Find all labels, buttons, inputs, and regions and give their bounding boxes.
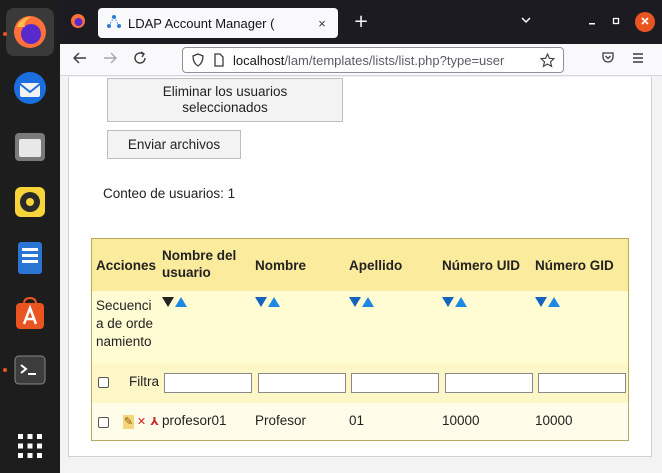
reload-icon[interactable] xyxy=(130,50,150,70)
column-header-uid-number[interactable]: Número UID xyxy=(442,257,520,274)
cell-username: profesor01 xyxy=(162,413,227,428)
edit-icon[interactable]: ✎ xyxy=(123,415,134,429)
user-list-table: Acciones Nombre del usuario Nombre Apell… xyxy=(91,238,629,441)
delete-selected-users-button[interactable]: Eliminar los usuarios seleccionados xyxy=(107,78,343,122)
terminal-icon[interactable] xyxy=(6,346,54,394)
cell-uid-number: 10000 xyxy=(442,413,480,428)
tab-close-icon[interactable]: × xyxy=(314,16,330,31)
row-select-checkbox[interactable] xyxy=(98,417,109,428)
cell-given-name: Profesor xyxy=(255,413,307,428)
writer-icon[interactable] xyxy=(6,234,54,282)
sort-given-name-icons xyxy=(255,297,280,307)
tracking-shield-icon[interactable] xyxy=(191,53,205,67)
new-tab-button[interactable]: + xyxy=(350,12,372,34)
page-viewport: Eliminar los usuarios seleccionados Envi… xyxy=(60,77,662,473)
content-panel: Eliminar los usuarios seleccionados Envi… xyxy=(68,77,652,457)
sort-ascending-icon[interactable] xyxy=(455,297,467,307)
sort-ascending-icon[interactable] xyxy=(548,297,560,307)
filter-uid-number-input[interactable] xyxy=(445,373,533,393)
sort-descending-icon[interactable] xyxy=(349,297,361,307)
filter-username-input[interactable] xyxy=(164,373,252,393)
firefox-view-icon[interactable] xyxy=(70,13,86,33)
rhythmbox-icon[interactable] xyxy=(6,178,54,226)
filter-surname-input[interactable] xyxy=(351,373,439,393)
sort-order-label: Secuencia de ordenamiento xyxy=(96,298,154,349)
lam-logo-icon xyxy=(106,14,122,33)
tab-list-chevron-icon[interactable] xyxy=(516,12,536,32)
bookmark-star-icon[interactable] xyxy=(540,53,555,68)
tab-bar: LDAP Account Manager ( × + xyxy=(60,0,662,44)
column-header-surname[interactable]: Apellido xyxy=(349,257,402,274)
tab-title: LDAP Account Manager ( xyxy=(128,15,275,31)
pocket-icon[interactable] xyxy=(598,50,618,70)
app-grid-icon[interactable] xyxy=(6,422,54,470)
sort-uid-number-icons xyxy=(442,297,467,307)
column-header-given-name[interactable]: Nombre xyxy=(255,257,306,274)
url-bar[interactable]: localhost/lam/templates/lists/list.php?t… xyxy=(182,47,564,73)
user-count-label: Conteo de usuarios: 1 xyxy=(103,186,236,201)
forward-arrow-icon[interactable] xyxy=(100,50,120,70)
delete-icon[interactable]: ✕ xyxy=(136,415,147,429)
running-indicator xyxy=(3,32,7,36)
column-header-username[interactable]: Nombre del usuario xyxy=(162,247,246,281)
ubuntu-dock xyxy=(0,0,60,473)
thunderbird-icon[interactable] xyxy=(6,64,54,112)
filter-given-name-input[interactable] xyxy=(258,373,346,393)
column-header-actions: Acciones xyxy=(96,258,157,273)
sort-descending-icon[interactable] xyxy=(162,297,174,307)
sort-order-row: Secuencia de ordenamiento xyxy=(92,291,628,363)
cell-surname: 01 xyxy=(349,413,365,428)
sort-ascending-icon[interactable] xyxy=(268,297,280,307)
filter-gid-number-input[interactable] xyxy=(538,373,626,393)
upload-files-button[interactable]: Enviar archivos xyxy=(107,130,241,159)
sort-descending-icon[interactable] xyxy=(535,297,547,307)
screen: LDAP Account Manager ( × + localhost /la… xyxy=(0,0,662,473)
select-all-checkbox[interactable] xyxy=(98,377,109,388)
column-header-gid-number[interactable]: Número GID xyxy=(535,257,614,274)
firefox-icon[interactable] xyxy=(6,8,54,56)
running-indicator xyxy=(3,368,7,372)
navigation-toolbar: localhost/lam/templates/lists/list.php?t… xyxy=(60,44,662,76)
sort-ascending-icon[interactable] xyxy=(362,297,374,307)
pdf-icon[interactable]: ⅄ xyxy=(149,415,160,429)
minimize-icon[interactable] xyxy=(582,12,602,32)
sort-ascending-icon[interactable] xyxy=(175,297,187,307)
sort-gid-number-icons xyxy=(535,297,560,307)
filter-label: Filtra xyxy=(129,374,159,389)
filter-row: Filtra xyxy=(92,363,628,403)
url-path: /lam/templates/lists/list.php?type=user xyxy=(284,52,505,68)
browser-window: LDAP Account Manager ( × + localhost /la… xyxy=(60,0,662,473)
window-close-icon[interactable] xyxy=(635,12,655,32)
tab-ldap-account-manager[interactable]: LDAP Account Manager ( × xyxy=(98,8,338,38)
table-row: ✎ ✕ ⅄ profesor01 Profesor 01 10000 10000 xyxy=(92,403,628,440)
sort-username-icons xyxy=(162,297,187,307)
sort-descending-icon[interactable] xyxy=(255,297,267,307)
page-info-icon[interactable] xyxy=(213,53,225,67)
files-icon[interactable] xyxy=(6,122,54,170)
menu-hamburger-icon[interactable] xyxy=(628,50,648,70)
url-host: localhost xyxy=(233,52,285,68)
sort-descending-icon[interactable] xyxy=(442,297,454,307)
maximize-icon[interactable] xyxy=(606,12,626,32)
software-center-icon[interactable] xyxy=(6,290,54,338)
sort-surname-icons xyxy=(349,297,374,307)
cell-gid-number: 10000 xyxy=(535,413,573,428)
table-header-row: Acciones Nombre del usuario Nombre Apell… xyxy=(92,239,628,291)
back-arrow-icon[interactable] xyxy=(70,50,90,70)
